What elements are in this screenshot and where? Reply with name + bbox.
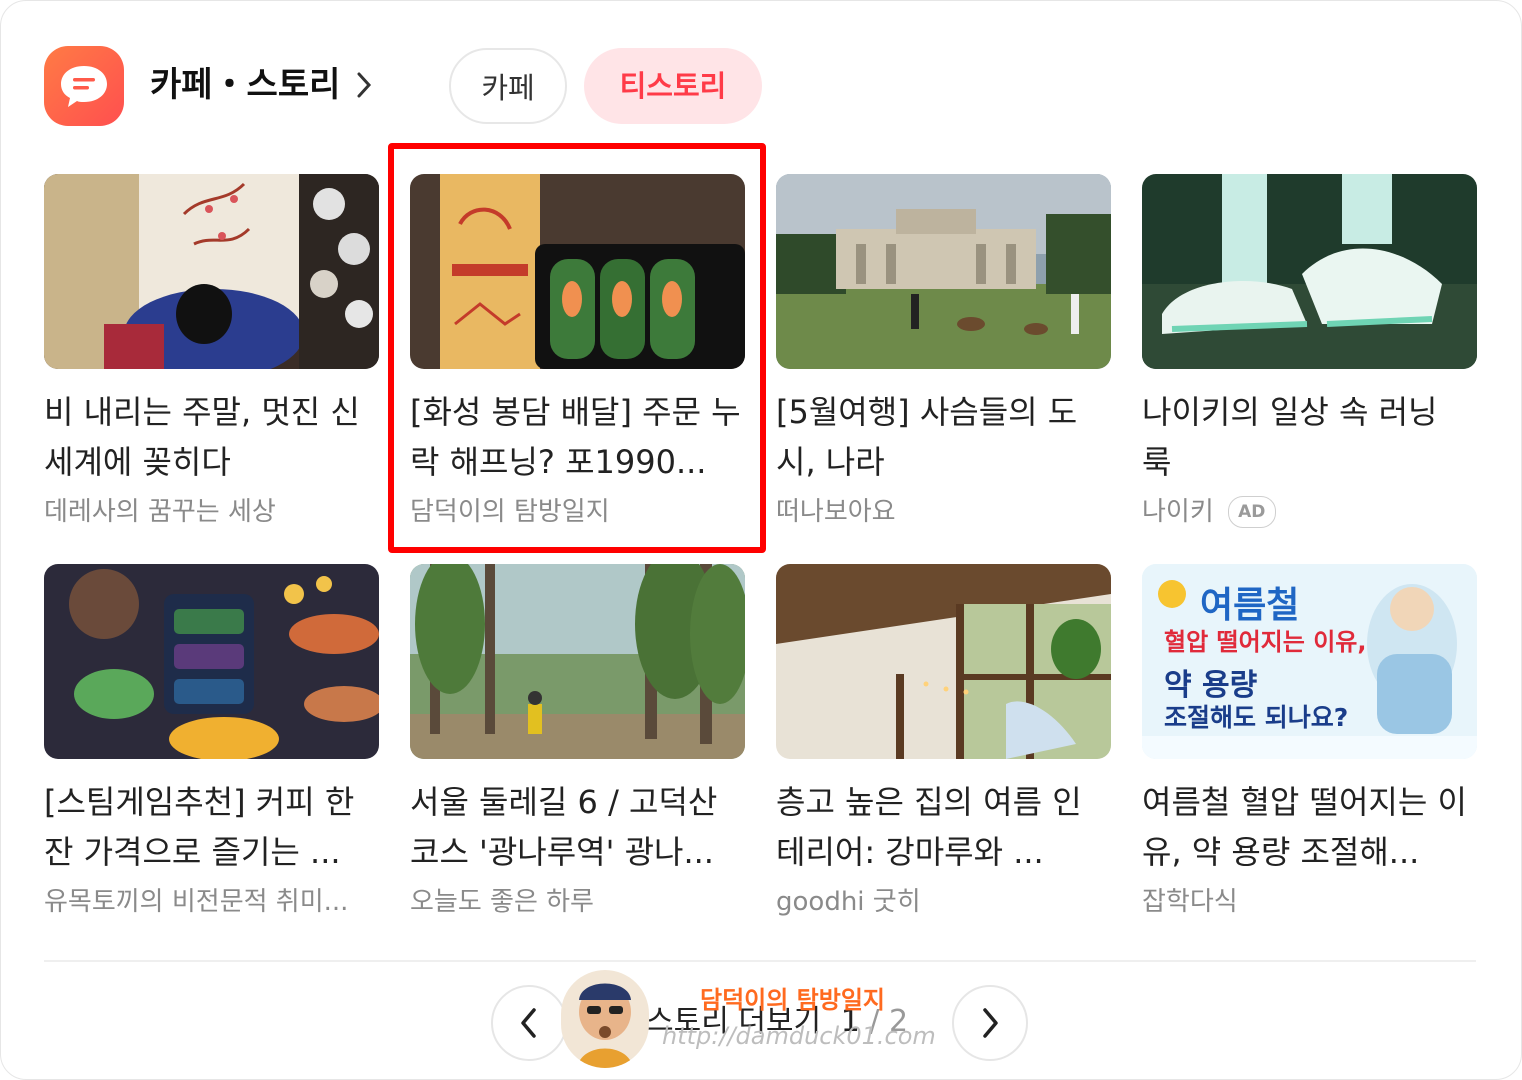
cafe-story-app-icon[interactable]: [44, 46, 124, 126]
card-source-text: 유목토끼의 비전문적 취미...: [44, 887, 349, 917]
chevron-right-icon: [356, 71, 372, 99]
card-title[interactable]: 여름철 혈압 떨어지는 이유, 약 용량 조절해...: [1142, 777, 1477, 877]
section-title: 카페・스토리: [150, 65, 341, 105]
card-title[interactable]: 층고 높은 집의 여름 인테리어: 강마루와 ...: [776, 777, 1111, 877]
card-thumbnail: [44, 174, 379, 369]
card-source-text: 오늘도 좋은 하루: [410, 887, 594, 917]
watermark-url: http://damduck01.com: [662, 1022, 936, 1050]
highlight-box: [388, 143, 766, 553]
infographic-line-4: 조절해도 되나요?: [1164, 703, 1349, 732]
card-thumbnail: [410, 564, 745, 759]
infographic-line-2: 혈압 떨어지는 이유,: [1164, 628, 1367, 656]
card-title[interactable]: 서울 둘레길 6 / 고덕산 코스 '광나루역' 광나...: [410, 777, 745, 877]
next-page-button[interactable]: [952, 985, 1028, 1061]
card-title[interactable]: [스팀게임추천] 커피 한 잔 가격으로 즐기는 ...: [44, 777, 379, 877]
card-source: 나이키 AD: [1142, 492, 1477, 532]
card-thumbnail: [1142, 174, 1477, 369]
chevron-left-icon: [521, 1008, 536, 1038]
watermark-name: 담덕이의 탐방일지: [700, 985, 885, 1014]
card-source-text: goodhi 굿히: [776, 887, 921, 917]
card-source-text: 데레사의 꿈꾸는 세상: [44, 497, 276, 527]
card-source-text: 나이키: [1142, 497, 1214, 527]
tab-cafe[interactable]: 카페: [449, 48, 567, 124]
ad-badge: AD: [1227, 496, 1276, 528]
card-thumbnail: 여름철 혈압 떨어지는 이유, 약 용량 조절해도 되나요?: [1142, 564, 1477, 759]
chevron-right-icon: [983, 1008, 998, 1038]
previous-page-button[interactable]: [491, 985, 567, 1061]
chat-bubble-icon: [61, 66, 107, 107]
infographic-line-1: 여름철: [1200, 585, 1300, 626]
divider: [44, 960, 1476, 962]
card-source: 잡학다식: [1142, 882, 1477, 922]
watermark-avatar: [561, 970, 649, 1068]
card-thumbnail: [44, 564, 379, 759]
card-source: 데레사의 꿈꾸는 세상: [44, 492, 379, 532]
card-source: 유목토끼의 비전문적 취미...: [44, 882, 379, 922]
card-title[interactable]: 나이키의 일상 속 러닝 룩: [1142, 387, 1477, 487]
card-thumbnail: [776, 174, 1111, 369]
card-source-text: 잡학다식: [1142, 887, 1238, 917]
card-source: goodhi 굿히: [776, 882, 1111, 922]
card-title[interactable]: [5월여행] 사슴들의 도시, 나라: [776, 387, 1111, 487]
card-source: 떠나보아요: [776, 492, 1111, 532]
section-title-link[interactable]: 카페・스토리: [150, 60, 372, 110]
card-thumbnail: [776, 564, 1111, 759]
card-source-text: 떠나보아요: [776, 497, 896, 527]
tab-tistory[interactable]: 티스토리: [584, 48, 762, 124]
card-source: 오늘도 좋은 하루: [410, 882, 745, 922]
card-title[interactable]: 비 내리는 주말, 멋진 신세계에 꽂히다: [44, 387, 379, 487]
